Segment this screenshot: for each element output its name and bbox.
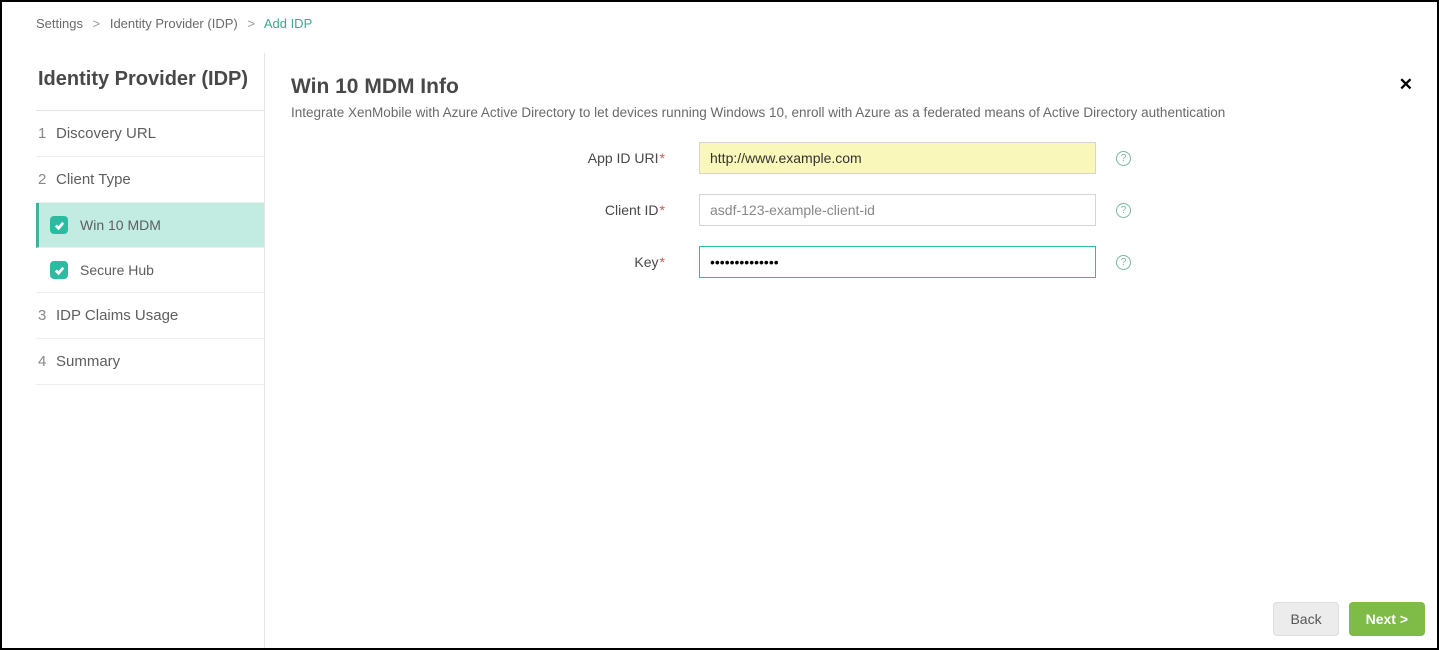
back-button[interactable]: Back <box>1273 602 1338 636</box>
substep-label: Win 10 MDM <box>80 217 161 233</box>
field-label: Key* <box>291 254 671 270</box>
footer-actions: Back Next > <box>1273 602 1425 636</box>
substep-secure-hub[interactable]: Secure Hub <box>36 248 264 293</box>
step-label: Discovery URL <box>56 125 156 142</box>
next-button[interactable]: Next > <box>1349 602 1425 636</box>
breadcrumb-current: Add IDP <box>264 16 312 31</box>
step-number: 4 <box>38 353 56 370</box>
step-summary[interactable]: 4 Summary <box>36 339 264 385</box>
required-asterisk: * <box>660 150 665 166</box>
breadcrumb-separator: > <box>93 16 101 31</box>
field-label: Client ID* <box>291 202 671 218</box>
substep-win10-mdm[interactable]: Win 10 MDM <box>36 203 264 248</box>
step-number: 2 <box>38 171 56 188</box>
required-asterisk: * <box>660 202 665 218</box>
step-label: Summary <box>56 353 120 370</box>
checkmark-icon <box>50 261 68 279</box>
close-icon[interactable]: ✕ <box>1399 75 1413 95</box>
app-id-uri-input[interactable] <box>699 142 1096 174</box>
help-icon[interactable]: ? <box>1116 203 1131 218</box>
page-description: Integrate XenMobile with Azure Active Di… <box>291 105 1437 120</box>
field-label: App ID URI* <box>291 150 671 166</box>
form-row-app-id-uri: App ID URI* ? <box>291 142 1437 174</box>
sidebar: Identity Provider (IDP) 1 Discovery URL … <box>36 45 264 648</box>
breadcrumb: Settings > Identity Provider (IDP) > Add… <box>2 2 1437 45</box>
breadcrumb-item[interactable]: Identity Provider (IDP) <box>110 16 238 31</box>
required-asterisk: * <box>660 254 665 270</box>
step-number: 1 <box>38 125 56 142</box>
page-title: Win 10 MDM Info <box>291 75 1437 99</box>
step-client-type[interactable]: 2 Client Type <box>36 157 264 203</box>
form-row-key: Key* ? <box>291 246 1437 278</box>
client-id-input[interactable] <box>699 194 1096 226</box>
help-icon[interactable]: ? <box>1116 255 1131 270</box>
help-icon[interactable]: ? <box>1116 151 1131 166</box>
step-idp-claims-usage[interactable]: 3 IDP Claims Usage <box>36 293 264 339</box>
checkmark-icon <box>50 216 68 234</box>
step-discovery-url[interactable]: 1 Discovery URL <box>36 111 264 157</box>
breadcrumb-item[interactable]: Settings <box>36 16 83 31</box>
form-row-client-id: Client ID* ? <box>291 194 1437 226</box>
substep-label: Secure Hub <box>80 262 154 278</box>
key-input[interactable] <box>699 246 1096 278</box>
main-panel: ✕ Win 10 MDM Info Integrate XenMobile wi… <box>264 53 1437 648</box>
step-number: 3 <box>38 307 56 324</box>
step-label: Client Type <box>56 171 131 188</box>
step-label: IDP Claims Usage <box>56 307 178 324</box>
breadcrumb-separator: > <box>247 16 255 31</box>
sidebar-title: Identity Provider (IDP) <box>36 67 264 111</box>
